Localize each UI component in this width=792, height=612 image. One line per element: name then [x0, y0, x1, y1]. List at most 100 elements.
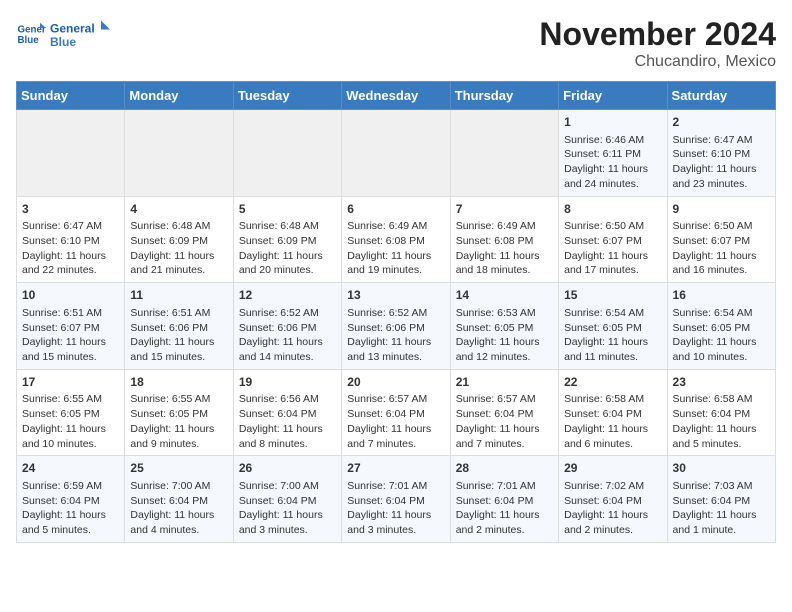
day-cell: 12Sunrise: 6:52 AMSunset: 6:06 PMDayligh… [233, 283, 341, 370]
day-info: Sunrise: 7:01 AM [347, 479, 444, 494]
day-info: Sunset: 6:04 PM [564, 407, 661, 422]
day-info: Sunset: 6:05 PM [22, 407, 119, 422]
day-cell: 28Sunrise: 7:01 AMSunset: 6:04 PMDayligh… [450, 456, 558, 543]
day-number: 2 [673, 114, 770, 131]
day-number: 15 [564, 287, 661, 304]
day-info: Sunrise: 6:58 AM [673, 392, 770, 407]
day-number: 30 [673, 460, 770, 477]
day-number: 21 [456, 374, 553, 391]
week-row: 10Sunrise: 6:51 AMSunset: 6:07 PMDayligh… [17, 283, 776, 370]
day-number: 18 [130, 374, 227, 391]
day-number: 19 [239, 374, 336, 391]
day-cell: 2Sunrise: 6:47 AMSunset: 6:10 PMDaylight… [667, 110, 775, 197]
day-info: Sunrise: 6:56 AM [239, 392, 336, 407]
day-info: Daylight: 11 hours and 13 minutes. [347, 335, 444, 364]
day-info: Sunrise: 6:57 AM [456, 392, 553, 407]
day-info: Daylight: 11 hours and 21 minutes. [130, 249, 227, 278]
weekday-header: Saturday [667, 82, 775, 110]
weekday-header-row: SundayMondayTuesdayWednesdayThursdayFrid… [17, 82, 776, 110]
day-info: Daylight: 11 hours and 5 minutes. [22, 508, 119, 537]
day-info: Sunrise: 7:02 AM [564, 479, 661, 494]
day-cell: 11Sunrise: 6:51 AMSunset: 6:06 PMDayligh… [125, 283, 233, 370]
weekday-header: Tuesday [233, 82, 341, 110]
day-info: Sunset: 6:04 PM [22, 494, 119, 509]
day-info: Sunset: 6:05 PM [456, 321, 553, 336]
title-area: November 2024 Chucandiro, Mexico [539, 16, 776, 71]
day-info: Daylight: 11 hours and 15 minutes. [22, 335, 119, 364]
day-info: Sunrise: 6:57 AM [347, 392, 444, 407]
day-cell: 3Sunrise: 6:47 AMSunset: 6:10 PMDaylight… [17, 196, 125, 283]
day-info: Sunrise: 6:54 AM [564, 306, 661, 321]
day-info: Daylight: 11 hours and 11 minutes. [564, 335, 661, 364]
day-number: 16 [673, 287, 770, 304]
day-info: Sunrise: 6:50 AM [564, 219, 661, 234]
main-title: November 2024 [539, 16, 776, 53]
day-info: Sunrise: 6:47 AM [22, 219, 119, 234]
weekday-header: Thursday [450, 82, 558, 110]
day-number: 25 [130, 460, 227, 477]
day-cell: 21Sunrise: 6:57 AMSunset: 6:04 PMDayligh… [450, 369, 558, 456]
day-cell [342, 110, 450, 197]
day-cell [450, 110, 558, 197]
day-info: Sunset: 6:04 PM [239, 494, 336, 509]
logo: General Blue General Blue [16, 16, 110, 52]
day-info: Daylight: 11 hours and 24 minutes. [564, 162, 661, 191]
day-number: 10 [22, 287, 119, 304]
day-cell: 8Sunrise: 6:50 AMSunset: 6:07 PMDaylight… [559, 196, 667, 283]
day-info: Daylight: 11 hours and 9 minutes. [130, 422, 227, 451]
day-info: Sunrise: 7:00 AM [239, 479, 336, 494]
day-info: Sunset: 6:09 PM [130, 234, 227, 249]
day-cell: 25Sunrise: 7:00 AMSunset: 6:04 PMDayligh… [125, 456, 233, 543]
day-cell: 6Sunrise: 6:49 AMSunset: 6:08 PMDaylight… [342, 196, 450, 283]
day-info: Daylight: 11 hours and 8 minutes. [239, 422, 336, 451]
day-number: 4 [130, 201, 227, 218]
day-cell [233, 110, 341, 197]
day-info: Sunset: 6:06 PM [130, 321, 227, 336]
day-cell: 13Sunrise: 6:52 AMSunset: 6:06 PMDayligh… [342, 283, 450, 370]
week-row: 24Sunrise: 6:59 AMSunset: 6:04 PMDayligh… [17, 456, 776, 543]
day-info: Sunset: 6:10 PM [673, 147, 770, 162]
day-info: Sunset: 6:11 PM [564, 147, 661, 162]
logo-icon: General Blue [16, 19, 46, 49]
day-cell: 4Sunrise: 6:48 AMSunset: 6:09 PMDaylight… [125, 196, 233, 283]
day-info: Sunrise: 6:46 AM [564, 133, 661, 148]
day-info: Sunset: 6:08 PM [347, 234, 444, 249]
day-info: Sunset: 6:05 PM [564, 321, 661, 336]
day-number: 1 [564, 114, 661, 131]
day-number: 6 [347, 201, 444, 218]
day-info: Daylight: 11 hours and 7 minutes. [456, 422, 553, 451]
day-cell: 1 Sunrise: 6:46 AMSunset: 6:11 PMDaylight… [559, 110, 667, 197]
day-cell: 30Sunrise: 7:03 AMSunset: 6:04 PMDayligh… [667, 456, 775, 543]
day-number: 23 [673, 374, 770, 391]
svg-text:General: General [50, 22, 95, 36]
weekday-header: Monday [125, 82, 233, 110]
day-info: Sunset: 6:04 PM [673, 407, 770, 422]
day-info: Daylight: 11 hours and 3 minutes. [347, 508, 444, 537]
day-info: Sunrise: 7:01 AM [456, 479, 553, 494]
day-number: 5 [239, 201, 336, 218]
day-info: Sunset: 6:07 PM [22, 321, 119, 336]
day-cell: 5Sunrise: 6:48 AMSunset: 6:09 PMDaylight… [233, 196, 341, 283]
day-info: Sunset: 6:09 PM [239, 234, 336, 249]
day-info: Daylight: 11 hours and 2 minutes. [564, 508, 661, 537]
day-info: Sunset: 6:04 PM [456, 407, 553, 422]
day-cell: 16Sunrise: 6:54 AMSunset: 6:05 PMDayligh… [667, 283, 775, 370]
day-cell: 10Sunrise: 6:51 AMSunset: 6:07 PMDayligh… [17, 283, 125, 370]
day-info: Sunset: 6:04 PM [130, 494, 227, 509]
week-row: 1 Sunrise: 6:46 AMSunset: 6:11 PMDaylight… [17, 110, 776, 197]
day-cell: 18Sunrise: 6:55 AMSunset: 6:05 PMDayligh… [125, 369, 233, 456]
day-info: Sunset: 6:05 PM [130, 407, 227, 422]
day-info: Sunrise: 6:48 AM [239, 219, 336, 234]
day-info: Daylight: 11 hours and 10 minutes. [22, 422, 119, 451]
day-number: 12 [239, 287, 336, 304]
day-cell: 20Sunrise: 6:57 AMSunset: 6:04 PMDayligh… [342, 369, 450, 456]
day-info: Daylight: 11 hours and 10 minutes. [673, 335, 770, 364]
day-info: Sunset: 6:06 PM [347, 321, 444, 336]
day-cell: 27Sunrise: 7:01 AMSunset: 6:04 PMDayligh… [342, 456, 450, 543]
day-number: 13 [347, 287, 444, 304]
day-cell: 29Sunrise: 7:02 AMSunset: 6:04 PMDayligh… [559, 456, 667, 543]
svg-text:Blue: Blue [50, 35, 76, 49]
day-info: Sunset: 6:07 PM [673, 234, 770, 249]
day-info: Sunrise: 6:50 AM [673, 219, 770, 234]
day-cell: 9Sunrise: 6:50 AMSunset: 6:07 PMDaylight… [667, 196, 775, 283]
